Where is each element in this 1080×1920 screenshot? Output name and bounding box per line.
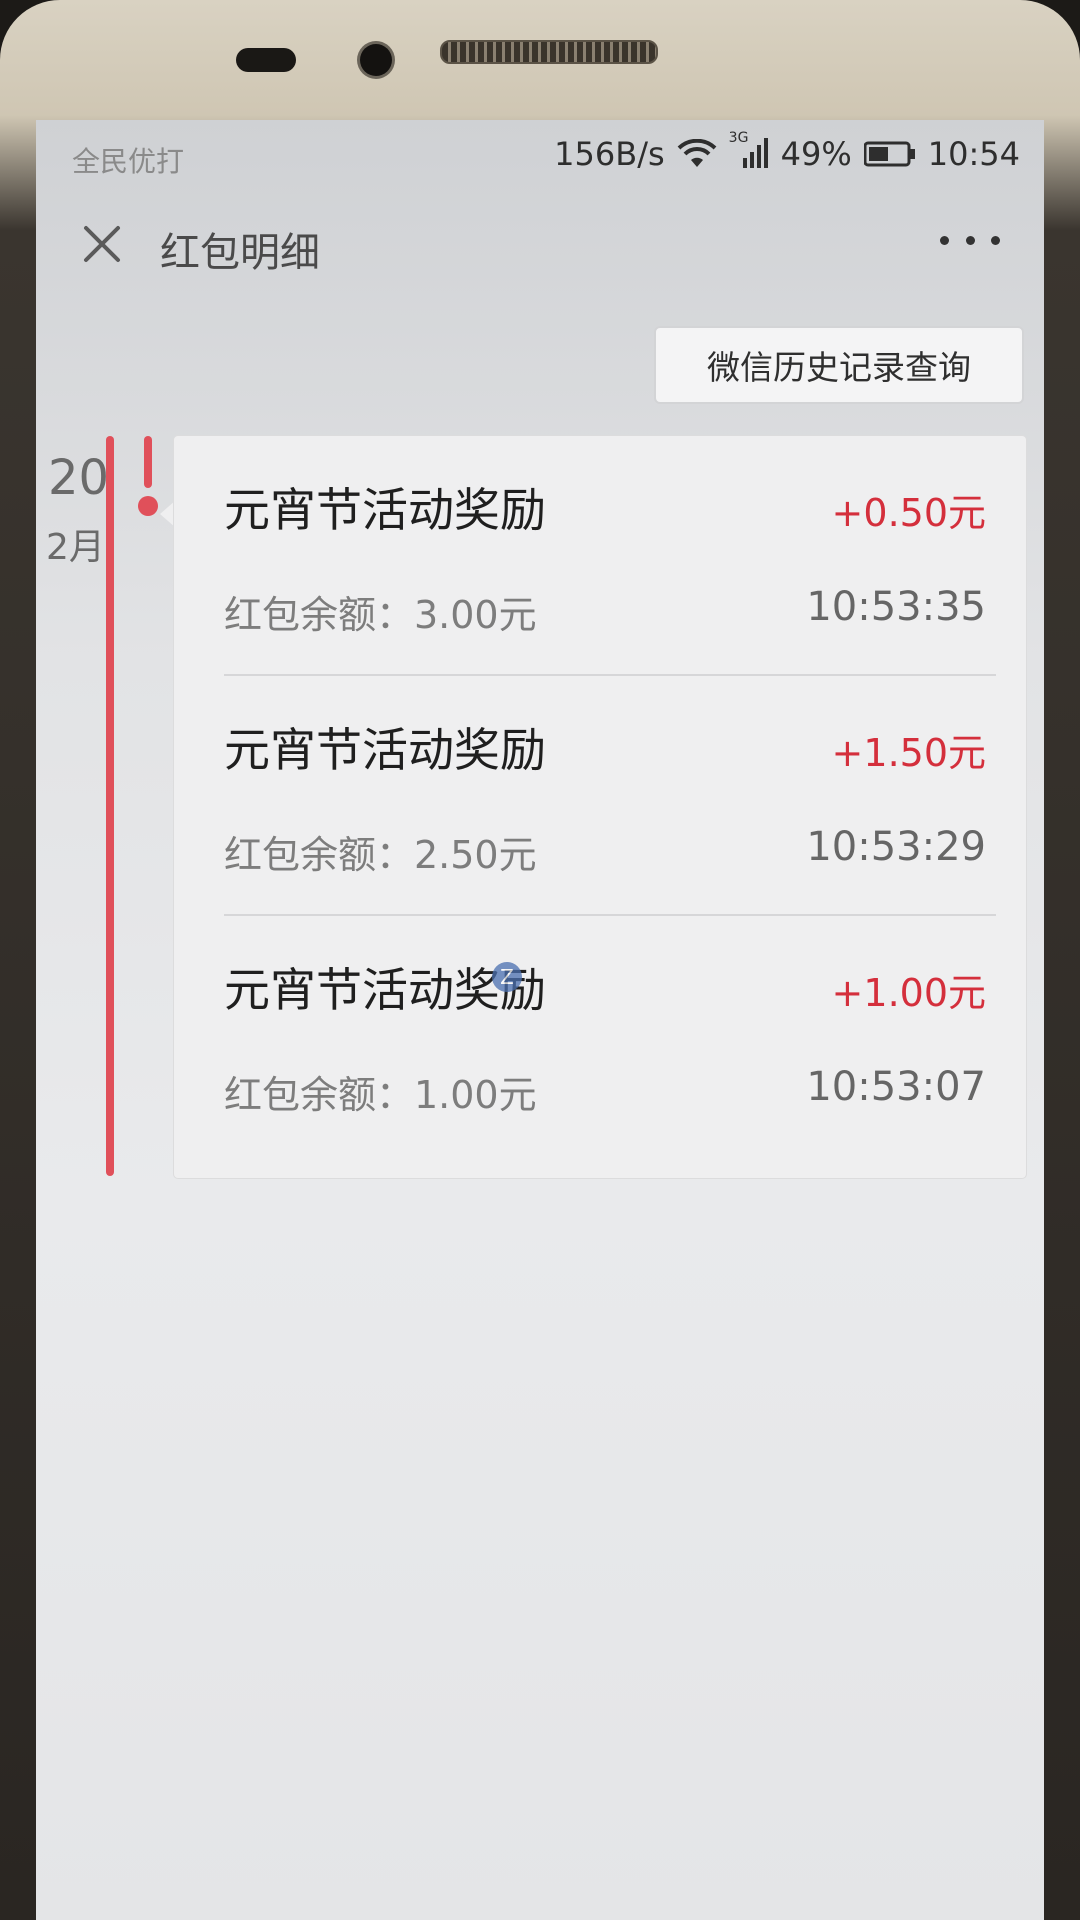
clock: 10:54	[927, 135, 1020, 173]
more-options-icon[interactable]	[940, 220, 1000, 260]
record-time: 10:53:35	[806, 584, 986, 630]
record-title: 元宵节活动奖励	[224, 723, 546, 777]
timeline-date-day: 20	[48, 450, 110, 506]
record-balance: 红包余额：1.00元	[224, 1073, 537, 1117]
battery-percent: 49%	[780, 135, 852, 173]
wifi-icon	[677, 139, 717, 169]
record-amount: +1.50元	[831, 731, 986, 775]
status-indicators: 156B/s 3G 49% 10:54	[554, 130, 1020, 174]
cellular-signal-icon: 3G	[729, 130, 769, 170]
record-amount: +0.50元	[831, 491, 986, 535]
phone-screen: 全民优打 156B/s 3G 49% 10:54 红包明细 微信历史记录查询 2…	[36, 120, 1044, 1920]
title-bar: 红包明细	[36, 190, 1044, 300]
phone-frame: 全民优打 156B/s 3G 49% 10:54 红包明细 微信历史记录查询 2…	[0, 0, 1080, 1920]
phone-top-bezel	[0, 0, 1080, 120]
timeline-line	[106, 436, 114, 1176]
timeline-dot	[138, 496, 158, 516]
record-amount: +1.00元	[831, 971, 986, 1015]
battery-icon	[863, 141, 916, 167]
close-icon[interactable]	[78, 220, 126, 268]
status-bar: 全民优打 156B/s 3G 49% 10:54	[36, 120, 1044, 190]
record-time: 10:53:07	[806, 1064, 986, 1110]
earpiece-speaker	[440, 40, 658, 64]
network-type-label: 3G	[728, 130, 749, 146]
proximity-sensor	[236, 48, 296, 72]
record-balance: 红包余额：3.00元	[224, 593, 537, 637]
list-item[interactable]: 元宵节活动奖励 +1.00元 红包余额：1.00元 10:53:07	[174, 916, 1026, 1156]
carrier-name: 全民优打	[72, 145, 185, 178]
front-camera	[360, 44, 392, 76]
wechat-history-query-button[interactable]: 微信历史记录查询	[654, 326, 1024, 404]
page-title: 红包明细	[160, 230, 320, 276]
redpacket-records-card: 元宵节活动奖励 +0.50元 红包余额：3.00元 10:53:35 元宵节活动…	[174, 436, 1026, 1178]
record-title: 元宵节活动奖励	[224, 483, 546, 537]
record-time: 10:53:29	[806, 824, 986, 870]
list-item[interactable]: 元宵节活动奖励 +0.50元 红包余额：3.00元 10:53:35	[174, 436, 1026, 676]
network-speed: 156B/s	[554, 135, 665, 173]
record-balance: 红包余额：2.50元	[224, 833, 537, 877]
timeline-date-month: 2月	[46, 527, 105, 568]
watermark-logo-icon: Z	[492, 962, 522, 992]
timeline-top-segment	[144, 436, 152, 488]
list-item[interactable]: 元宵节活动奖励 +1.50元 红包余额：2.50元 10:53:29	[174, 676, 1026, 916]
